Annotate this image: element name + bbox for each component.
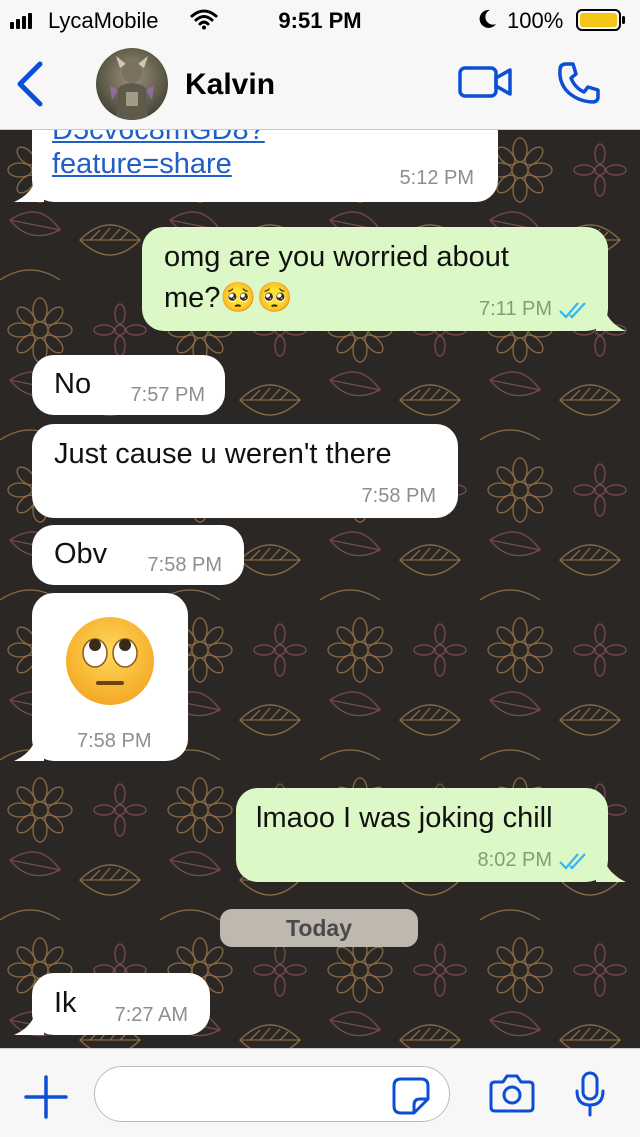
microphone-icon[interactable] <box>573 1071 607 1119</box>
bubble-tail <box>596 307 626 331</box>
message-timestamp: 7:58 PM <box>147 554 222 576</box>
message-bubble-incoming[interactable]: Obv 7:58 PM <box>32 525 244 585</box>
message-timestamp: 5:12 PM <box>399 167 474 189</box>
message-timestamp: 7:58 PM <box>77 730 152 752</box>
bubble-tail <box>596 858 626 882</box>
message-text: Obv <box>54 538 108 570</box>
contact-avatar[interactable] <box>96 48 168 120</box>
message-bubble-incoming[interactable]: 7:58 PM <box>32 593 188 761</box>
message-bubble-incoming[interactable]: D5cv6c8mGD8? feature=share 5:12 PM <box>32 130 498 202</box>
battery-icon <box>576 9 625 31</box>
read-receipt-ticks-icon <box>559 302 586 319</box>
message-bubble-incoming[interactable]: No 7:57 PM <box>32 355 225 415</box>
plus-icon[interactable] <box>24 1075 68 1119</box>
bubble-tail <box>14 1011 44 1035</box>
read-receipt-ticks-icon <box>559 853 586 870</box>
message-timestamp: 7:57 PM <box>130 384 205 406</box>
conversation-area[interactable]: D5cv6c8mGD8? feature=share 5:12 PM omg a… <box>0 130 640 1048</box>
message-timestamp: 7:27 AM <box>114 1004 188 1026</box>
battery-percentage: 100% <box>507 8 564 33</box>
message-text: Ik <box>54 987 77 1019</box>
message-input-bar <box>0 1048 640 1137</box>
phone-call-icon[interactable] <box>556 60 602 106</box>
eye-roll-emoji-icon <box>66 617 154 705</box>
message-text: Just cause u weren't there <box>54 438 392 470</box>
date-separator: Today <box>220 909 418 947</box>
sticker-icon[interactable] <box>392 1077 430 1115</box>
do-not-disturb-moon-icon <box>479 9 496 28</box>
message-text: lmaoo I was joking chill <box>256 802 553 834</box>
bubble-tail <box>14 737 44 761</box>
message-bubble-outgoing[interactable]: lmaoo I was joking chill 8:02 PM <box>236 788 608 882</box>
avatar-figure-icon <box>110 56 154 120</box>
message-text-line: me?🥺🥺 <box>164 282 293 314</box>
video-call-icon[interactable] <box>458 64 512 100</box>
message-text-line: omg are you worried about <box>164 241 509 273</box>
message-text: No <box>54 368 92 400</box>
message-bubble-incoming[interactable]: Ik 7:27 AM <box>32 973 210 1035</box>
status-bar: LycaMobile 9:51 PM 100% <box>0 0 640 40</box>
message-timestamp: 7:58 PM <box>361 485 436 507</box>
camera-icon[interactable] <box>489 1073 535 1113</box>
message-timestamp: 7:11 PM <box>479 298 552 320</box>
message-bubble-outgoing[interactable]: omg are you worried about me?🥺🥺 7:11 PM <box>142 227 608 331</box>
message-timestamp: 8:02 PM <box>477 849 552 871</box>
message-bubble-incoming[interactable]: Just cause u weren't there 7:58 PM <box>32 424 458 518</box>
contact-name[interactable]: Kalvin <box>185 68 275 102</box>
bubble-tail <box>14 178 44 202</box>
chat-header: Kalvin <box>0 40 640 130</box>
message-link-line[interactable]: feature=share <box>52 148 232 181</box>
message-link-line[interactable]: D5cv6c8mGD8? <box>52 130 265 147</box>
back-chevron-icon[interactable] <box>12 60 46 108</box>
